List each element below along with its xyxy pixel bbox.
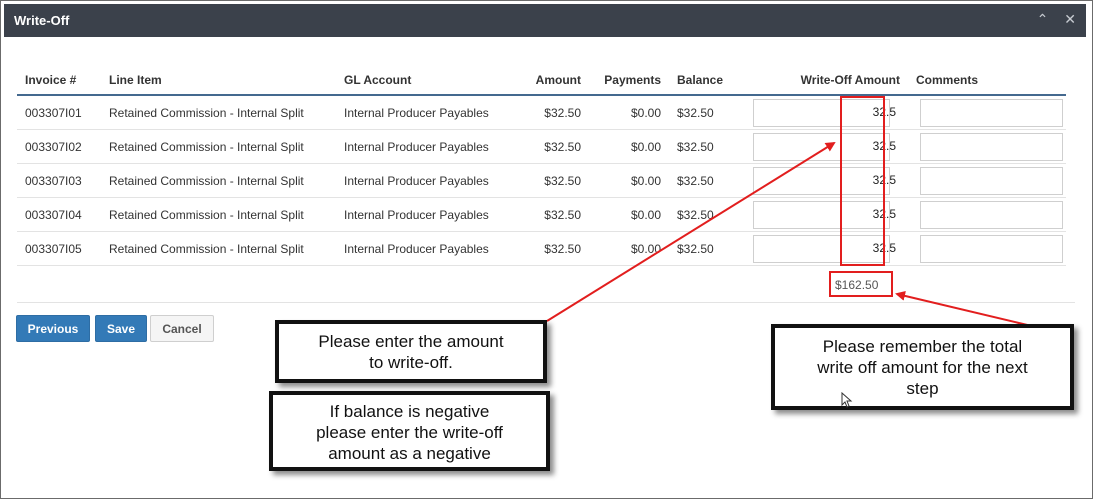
callout-negative-balance: If balance is negative please enter the …: [269, 391, 550, 471]
callout-enter-amount: Please enter the amount to write-off.: [275, 320, 547, 383]
callout-remember-total: Please remember the total write off amou…: [771, 324, 1074, 410]
arrow-to-write-off-column: [546, 141, 836, 322]
mouse-pointer-icon: [841, 392, 853, 408]
arrow-to-total: [895, 290, 1041, 329]
